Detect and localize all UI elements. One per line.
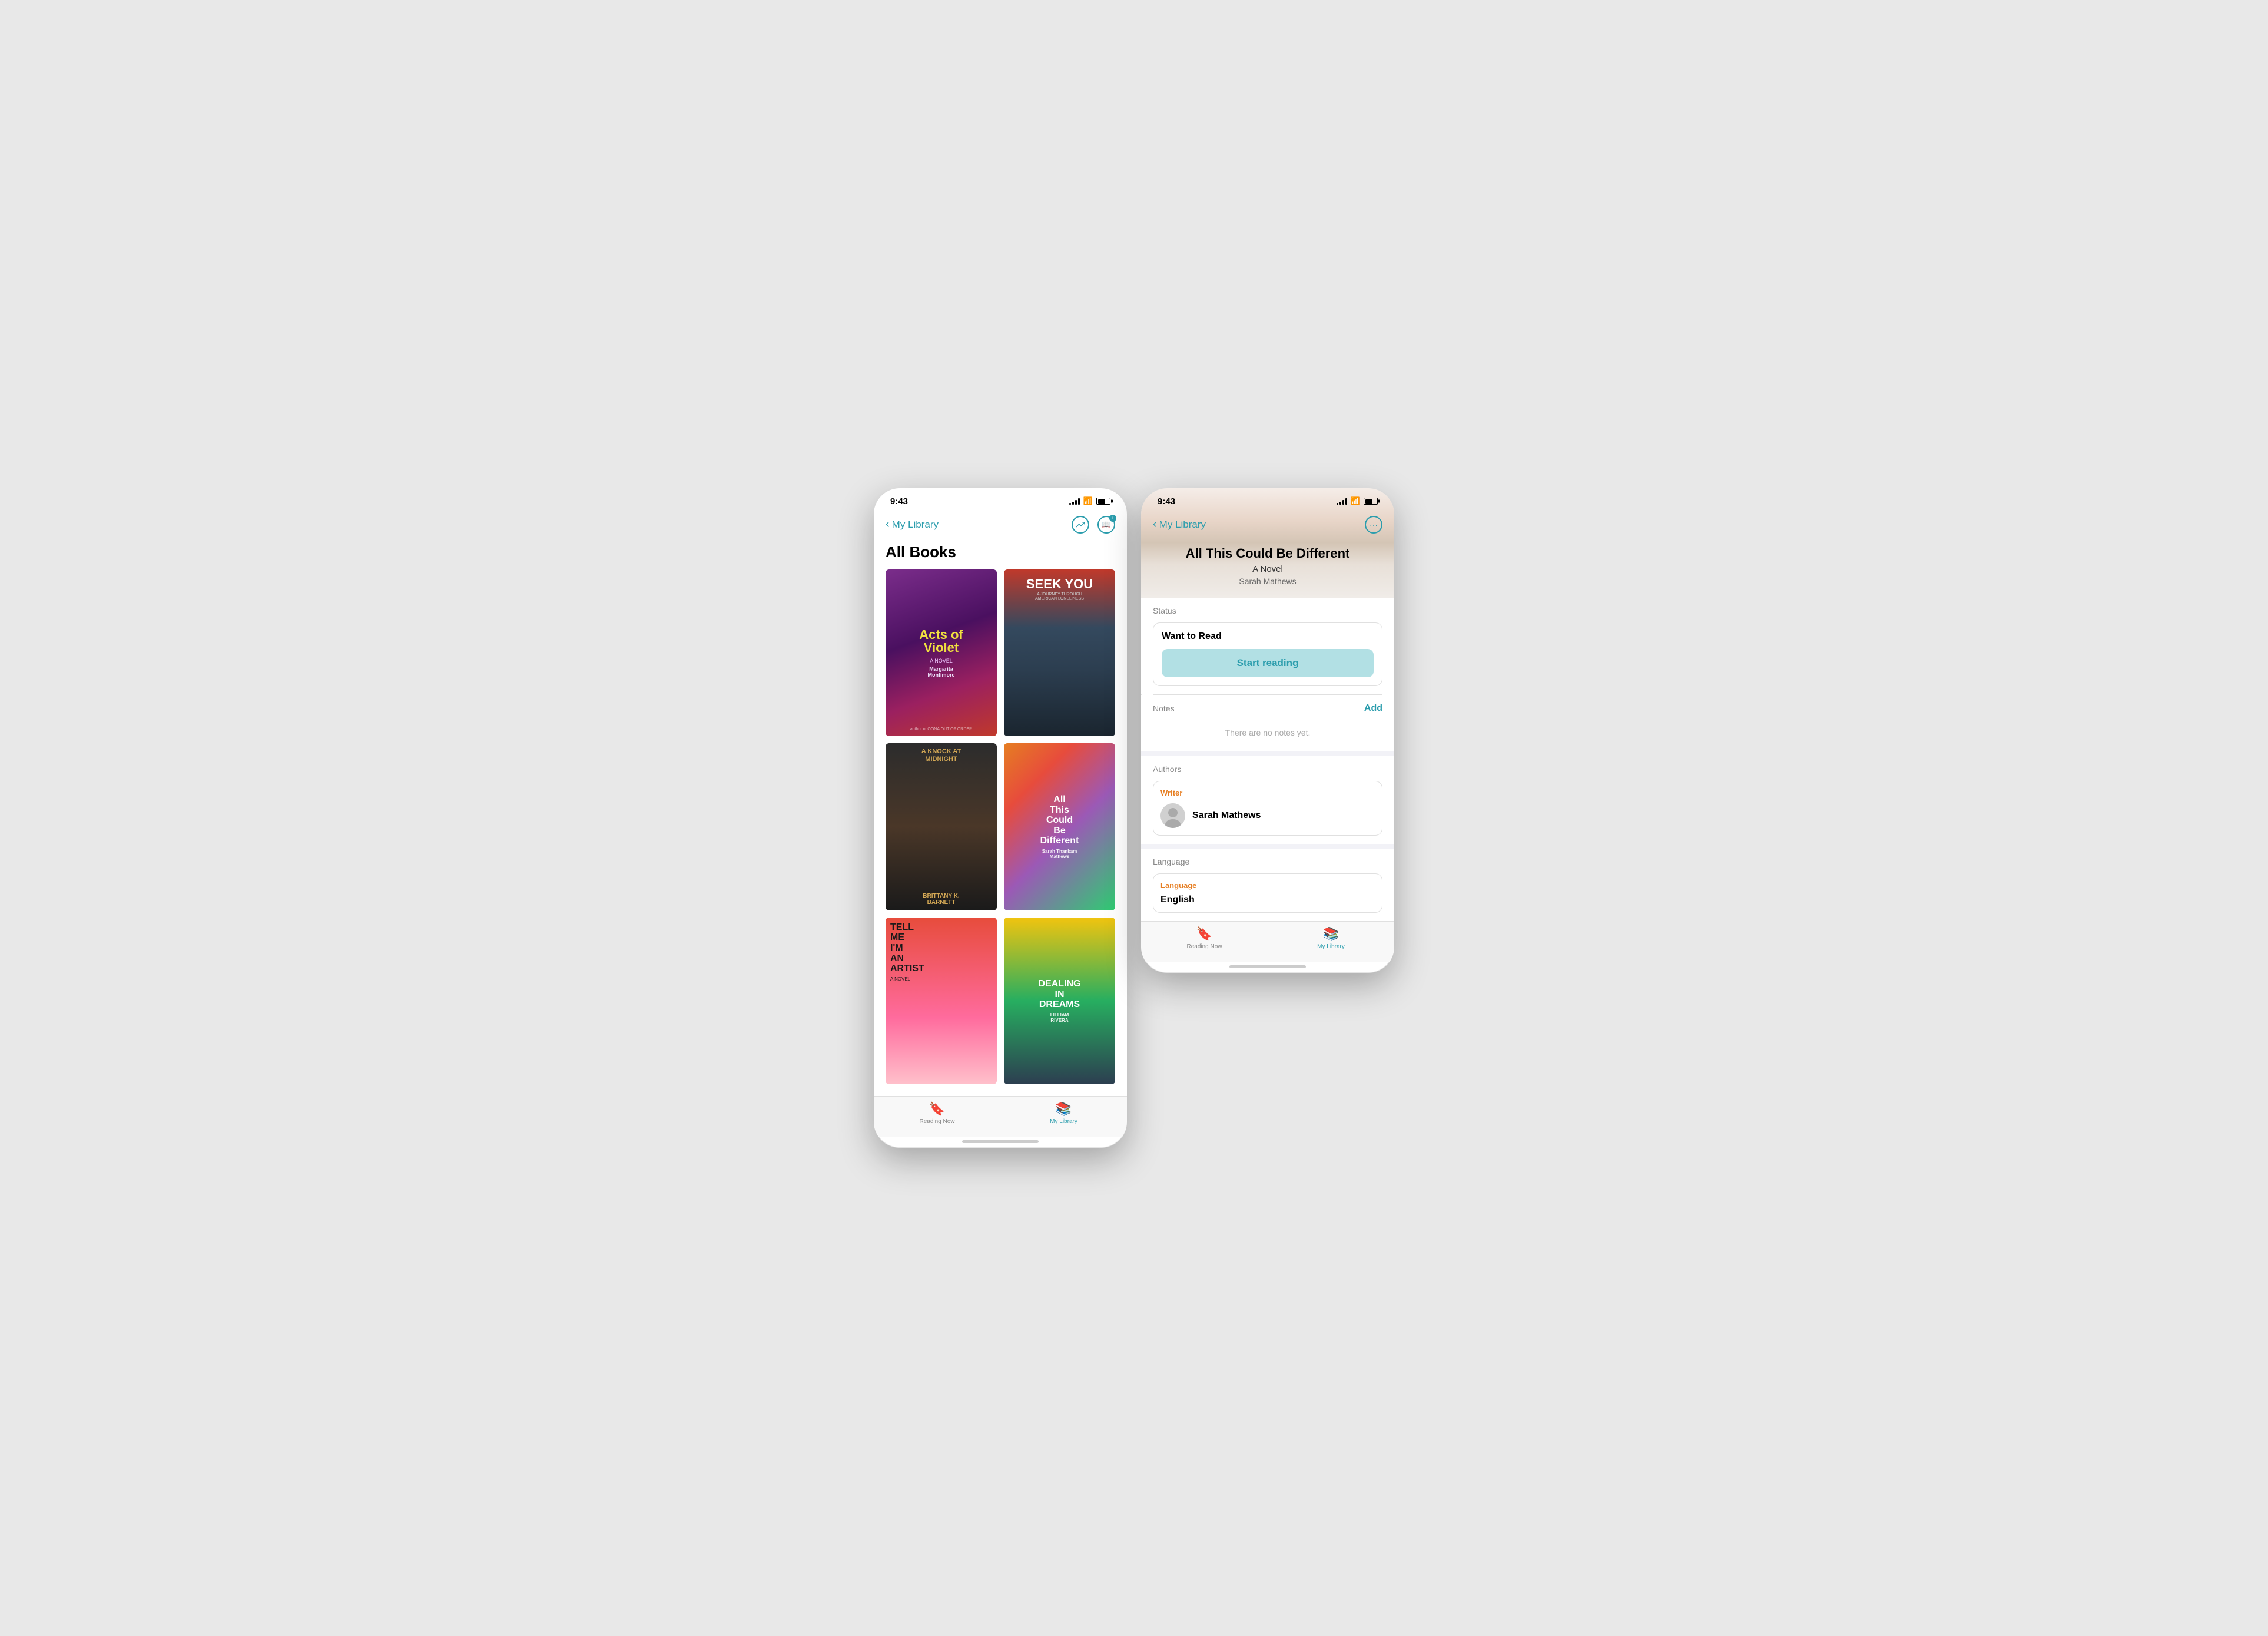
author-row: Sarah Mathews bbox=[1160, 803, 1375, 828]
left-phone: 9:43 📶 ‹ My bbox=[874, 488, 1127, 1148]
author-avatar bbox=[1160, 803, 1185, 828]
tab-my-library-left[interactable]: 📚 My Library bbox=[1000, 1101, 1127, 1125]
tab-bar-left: 🔖 Reading Now 📚 My Library bbox=[874, 1096, 1127, 1137]
start-reading-button[interactable]: Start reading bbox=[1162, 649, 1374, 677]
book-title-tell: TELLMEI'MANARTIST A NOVEL bbox=[886, 922, 997, 982]
book-detail-title: All This Could Be Different bbox=[1153, 545, 1382, 562]
author-role: Writer bbox=[1160, 789, 1375, 797]
page-title-left: All Books bbox=[874, 539, 1127, 569]
notes-add-button[interactable]: Add bbox=[1364, 703, 1382, 714]
book-detail-author: Sarah Mathews bbox=[1153, 577, 1382, 586]
home-indicator-right bbox=[1229, 965, 1306, 968]
tab-reading-now-left[interactable]: 🔖 Reading Now bbox=[874, 1101, 1000, 1125]
language-section: Language Language English bbox=[1141, 849, 1394, 921]
tab-reading-now-right[interactable]: 🔖 Reading Now bbox=[1141, 926, 1268, 950]
right-phone: 9:43 📶 bbox=[1141, 488, 1394, 973]
my-library-tab-label-right: My Library bbox=[1317, 943, 1345, 950]
status-bar-right: 9:43 📶 bbox=[1141, 488, 1394, 511]
back-arrow-right: ‹ bbox=[1153, 518, 1157, 531]
book-title-seek: SEEK YOU A JOURNEY THROUGHAMERICAN LONEL… bbox=[1004, 578, 1115, 601]
status-card: Want to Read Start reading bbox=[1153, 622, 1382, 686]
book-title-acts: Acts ofViolet bbox=[919, 628, 963, 654]
back-label-left: My Library bbox=[892, 519, 939, 531]
status-icons-right: 📶 bbox=[1337, 496, 1378, 506]
book-tagline-acts: author of OONA OUT OF ORDER bbox=[886, 727, 997, 731]
back-button-right[interactable]: ‹ My Library bbox=[1153, 518, 1206, 531]
signal-icon-left bbox=[1069, 498, 1080, 505]
book-cover-all[interactable]: AllThisCouldBeDifferent Sarah ThankamMat… bbox=[1004, 743, 1115, 910]
book-cover-knock[interactable]: A KNOCK ATMIDNIGHT BRITTANY K.BARNETT bbox=[886, 743, 997, 910]
my-library-tab-label-left: My Library bbox=[1050, 1118, 1077, 1125]
battery-icon-right bbox=[1364, 498, 1378, 505]
my-library-tab-icon-right: 📚 bbox=[1323, 926, 1339, 942]
tab-my-library-right[interactable]: 📚 My Library bbox=[1268, 926, 1394, 950]
notes-empty-message: There are no notes yet. bbox=[1153, 722, 1382, 743]
back-arrow-left: ‹ bbox=[886, 518, 890, 531]
reading-now-tab-icon-right: 🔖 bbox=[1196, 926, 1212, 942]
my-library-tab-icon-left: 📚 bbox=[1056, 1101, 1072, 1117]
status-value: Want to Read bbox=[1162, 631, 1374, 642]
reading-now-tab-icon-left: 🔖 bbox=[929, 1101, 945, 1117]
phones-container: 9:43 📶 ‹ My bbox=[874, 488, 1394, 1148]
book-title-dealing: DEALINGINDREAMS LILLIAMRIVERA bbox=[1004, 918, 1115, 1085]
book-title-knock: A KNOCK ATMIDNIGHT bbox=[886, 748, 997, 763]
more-options-icon: ··· bbox=[1370, 520, 1378, 529]
reading-now-tab-label-left: Reading Now bbox=[919, 1118, 954, 1125]
notes-title: Notes bbox=[1153, 704, 1175, 713]
notes-section: Notes Add There are no notes yet. bbox=[1141, 695, 1394, 751]
language-role: Language bbox=[1160, 881, 1375, 890]
time-left: 9:43 bbox=[890, 496, 908, 506]
status-section: Status Want to Read Start reading bbox=[1141, 598, 1394, 694]
section-separator-2 bbox=[1141, 844, 1394, 849]
authors-section: Authors Writer Sarah Mathews bbox=[1141, 756, 1394, 844]
book-subtitle-acts: A NOVEL bbox=[930, 658, 953, 664]
author-name: Sarah Mathews bbox=[1192, 810, 1261, 821]
tab-bar-right: 🔖 Reading Now 📚 My Library bbox=[1141, 921, 1394, 962]
right-phone-top-section: 9:43 📶 bbox=[1141, 488, 1394, 598]
status-icons-left: 📶 bbox=[1069, 496, 1110, 506]
nav-bar-right: ‹ My Library ··· bbox=[1141, 511, 1394, 539]
book-author-knock: BRITTANY K.BARNETT bbox=[886, 893, 997, 906]
signal-icon-right bbox=[1337, 498, 1347, 505]
book-detail-header: All This Could Be Different A Novel Sara… bbox=[1141, 539, 1394, 598]
language-section-title: Language bbox=[1153, 857, 1382, 866]
language-value: English bbox=[1160, 895, 1375, 905]
status-section-title: Status bbox=[1153, 606, 1382, 615]
section-separator-1 bbox=[1141, 751, 1394, 756]
authors-section-title: Authors bbox=[1153, 764, 1382, 774]
nav-icons-left: 📖 + bbox=[1072, 516, 1115, 534]
book-cover-seek[interactable]: SEEK YOU A JOURNEY THROUGHAMERICAN LONEL… bbox=[1004, 569, 1115, 737]
nav-bar-left: ‹ My Library 📖 + bbox=[874, 511, 1127, 539]
book-cover-tell[interactable]: TELLMEI'MANARTIST A NOVEL bbox=[886, 918, 997, 1085]
book-detail-subtitle: A Novel bbox=[1153, 564, 1382, 574]
books-grid: Acts ofViolet A NOVEL MargaritaMontimore… bbox=[874, 569, 1127, 1097]
book-cover-dealing[interactable]: DEALINGINDREAMS LILLIAMRIVERA bbox=[1004, 918, 1115, 1085]
more-options-button[interactable]: ··· bbox=[1365, 516, 1382, 534]
time-right: 9:43 bbox=[1158, 496, 1175, 506]
back-label-right: My Library bbox=[1159, 519, 1206, 531]
add-book-nav-icon[interactable]: 📖 + bbox=[1097, 516, 1115, 534]
status-bar-left: 9:43 📶 bbox=[874, 488, 1127, 511]
reading-now-nav-icon[interactable] bbox=[1072, 516, 1089, 534]
wifi-icon-left: 📶 bbox=[1083, 496, 1093, 506]
language-card: Language English bbox=[1153, 873, 1382, 913]
reading-now-tab-label-right: Reading Now bbox=[1186, 943, 1222, 950]
wifi-icon-right: 📶 bbox=[1351, 496, 1360, 506]
back-button-left[interactable]: ‹ My Library bbox=[886, 518, 939, 531]
book-title-all: AllThisCouldBeDifferent Sarah ThankamMat… bbox=[1004, 743, 1115, 910]
battery-icon-left bbox=[1096, 498, 1110, 505]
home-indicator-left bbox=[962, 1140, 1039, 1143]
author-card: Writer Sarah Mathews bbox=[1153, 781, 1382, 836]
notes-header: Notes Add bbox=[1153, 703, 1382, 714]
book-cover-acts[interactable]: Acts ofViolet A NOVEL MargaritaMontimore… bbox=[886, 569, 997, 737]
book-author-acts: MargaritaMontimore bbox=[928, 666, 955, 678]
